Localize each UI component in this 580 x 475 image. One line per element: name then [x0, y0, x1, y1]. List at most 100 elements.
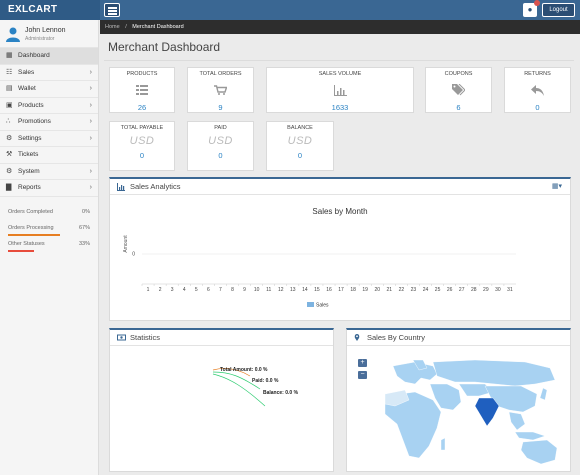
currency-label: USD [287, 135, 313, 147]
brand-logo[interactable]: EXLCART [0, 0, 100, 20]
progress-label: Orders Completed [8, 208, 53, 215]
sidebar-item-label: Dashboard [18, 52, 50, 59]
progress-label: Orders Processing [8, 224, 54, 231]
balance-value: 0 [297, 151, 303, 160]
sidebar-item-products[interactable]: ▣ Products › [0, 98, 98, 114]
balance-card-paid: PAID USD 0 [187, 121, 254, 171]
stat-card-products: PRODUCTS 26 [109, 67, 175, 113]
x-tick-label: 10 [254, 287, 260, 293]
sidebar-item-label: Products [18, 101, 44, 109]
sidebar-item-wallet[interactable]: ▤ Wallet › [0, 81, 98, 98]
bar-chart-icon [117, 183, 125, 191]
sidebar-item-system[interactable]: ⚙ System › [0, 164, 98, 180]
map-marker-icon [354, 334, 360, 341]
stat-card-coupons: COUPONS 6 [425, 67, 492, 113]
x-tick-label: 12 [278, 287, 284, 293]
sidebar-toggle-button[interactable] [104, 3, 120, 17]
sidebar-item-sales[interactable]: ☷ Sales › [0, 65, 98, 81]
balance-label: PAID [214, 125, 227, 131]
map-region-australia [520, 439, 558, 465]
sidebar-item-tickets[interactable]: ⚒ Tickets [0, 147, 98, 164]
x-tick-label: 14 [302, 287, 308, 293]
world-map[interactable] [375, 360, 565, 470]
sidebar-item-dashboard[interactable]: ▦ Dashboard [0, 48, 98, 65]
sidebar-item-label: Tickets [18, 151, 39, 158]
x-tick-label: 2 [159, 287, 162, 293]
x-tick-label: 6 [207, 287, 210, 293]
stat-label: RETURNS [524, 71, 551, 77]
stat-value[interactable]: 26 [110, 103, 174, 112]
progress-row: Other Statuses 33% [8, 237, 90, 253]
map-region-russia [432, 360, 556, 387]
panel-header: Statistics [110, 330, 333, 346]
balance-value: 0 [218, 151, 223, 160]
x-tick-label: 28 [471, 287, 477, 293]
breadcrumb-current: Merchant Dashboard [132, 24, 184, 30]
page-title: Merchant Dashboard [108, 40, 221, 54]
stat-label-balance: Balance: 0.0 % [263, 390, 299, 396]
x-tick-label: 1 [147, 287, 150, 293]
sidebar-item-label: Settings [18, 134, 42, 142]
sidebar-item-settings[interactable]: ⚙ Settings › [0, 131, 98, 147]
map-region-madagascar [440, 437, 446, 451]
stat-label-total-amount: Total Amount: 0.0 % [220, 367, 268, 373]
breadcrumb-home-link[interactable]: Home [105, 24, 120, 30]
list-icon [136, 85, 148, 95]
x-tick-label: 31 [507, 287, 513, 293]
stat-card-returns: RETURNS 0 [504, 67, 571, 113]
progress-row: Orders Completed 0% [8, 205, 90, 221]
map-region-japan [539, 387, 548, 401]
balance-card-balance: BALANCE USD 0 [266, 121, 334, 171]
cart-icon [214, 85, 227, 95]
map-zoom-in-button[interactable]: + [358, 359, 367, 367]
sidebar-item-promotions[interactable]: ∴ Promotions › [0, 114, 98, 131]
stat-label-paid: Paid: 0.0 % [252, 378, 279, 384]
reply-icon [531, 84, 544, 96]
gear-icon: ⚙ [6, 134, 13, 142]
map-zoom-out-button[interactable]: − [358, 371, 367, 379]
breadcrumb: Home / Merchant Dashboard [100, 20, 580, 34]
legend-swatch [307, 302, 314, 307]
sales-by-month-chart: Amount01 2 3 4 5 6 7 8 9 10 11 12 13 14 15 16 17 18 19 20 21… [123, 235, 516, 309]
title-divider [104, 60, 574, 61]
x-tick-label: 8 [231, 287, 234, 293]
progress-row: Orders Processing 67% [8, 221, 90, 237]
x-tick-label: 24 [423, 287, 429, 293]
stat-value[interactable]: 0 [505, 103, 570, 112]
stat-value[interactable]: 1633 [267, 103, 413, 112]
panel-title: Statistics [130, 333, 161, 342]
x-tick-label: 7 [219, 287, 222, 293]
progress-bar-fill [8, 249, 34, 252]
bell-icon: ● [527, 5, 533, 14]
wrench-icon: ⚒ [6, 151, 13, 158]
x-tick-label: 29 [483, 287, 489, 293]
progress-percent: 0% [82, 208, 90, 215]
chevron-right-icon: › [89, 101, 92, 109]
user-panel: John Lennon Administrator [0, 20, 98, 48]
logout-button[interactable]: Logout [542, 3, 575, 17]
breadcrumb-separator: / [125, 24, 127, 30]
sales-by-country-panel: Sales By Country + − [346, 328, 571, 472]
order-status-progress: Orders Completed 0% Orders Processing 67% Ot… [8, 205, 90, 253]
chevron-right-icon: › [89, 118, 92, 125]
dashboard-icon: ▦ [6, 52, 13, 59]
stat-card-total-orders: TOTAL ORDERS 9 [187, 67, 254, 113]
money-icon [117, 334, 126, 341]
sidebar: John Lennon Administrator ▦ Dashboard ☷ Sal… [0, 20, 99, 475]
sidebar-item-label: Reports [18, 184, 41, 191]
sidebar-item-reports[interactable]: ▇ Reports › [0, 180, 98, 197]
currency-label: USD [129, 135, 155, 147]
x-tick-label: 15 [314, 287, 320, 293]
user-name: John Lennon [25, 27, 66, 34]
stat-value[interactable]: 6 [426, 103, 491, 112]
stat-value[interactable]: 9 [188, 103, 253, 112]
calendar-dropdown-button[interactable]: ▦▾ [552, 179, 562, 194]
cog-icon: ⚙ [6, 167, 13, 175]
x-tick-label: 16 [326, 287, 332, 293]
map-region-europe [392, 361, 438, 385]
user-role: Administrator [25, 36, 55, 42]
notifications-button[interactable]: ● [523, 0, 540, 17]
panel-header: Sales Analytics ▦▾ [110, 179, 570, 195]
sidebar-nav: ▦ Dashboard ☷ Sales › ▤ Wallet › ▣ Products › ∴ Prom… [0, 48, 98, 197]
progress-percent: 67% [78, 224, 90, 231]
